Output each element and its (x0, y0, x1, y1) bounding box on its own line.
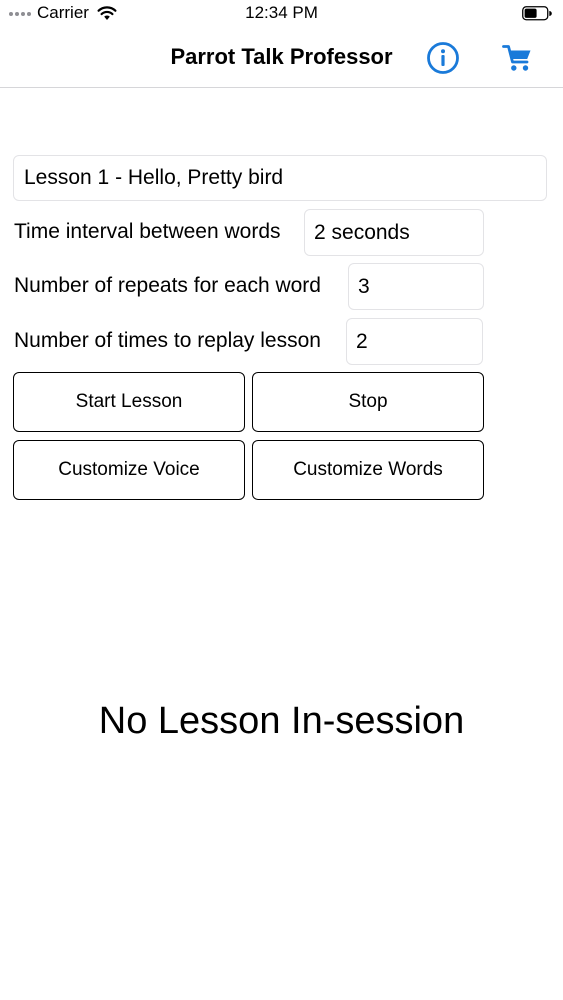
battery-icon (522, 6, 552, 21)
nav-title-row: Parrot Talk Professor (0, 44, 563, 70)
repeats-label: Number of repeats for each word (14, 274, 321, 297)
stop-button[interactable]: Stop (252, 372, 484, 432)
lesson-select-field[interactable]: Lesson 1 - Hello, Pretty bird (13, 155, 547, 201)
shopping-cart-icon (502, 45, 531, 71)
start-lesson-button[interactable]: Start Lesson (13, 372, 245, 432)
session-status-label: No Lesson In-session (98, 700, 465, 742)
status-time: 12:34 PM (245, 3, 318, 22)
replay-field[interactable]: 2 (346, 318, 483, 365)
repeats-field[interactable]: 3 (348, 263, 484, 310)
status-bar: Carrier 12:34 PM (0, 0, 563, 28)
replay-label: Number of times to replay lesson (14, 329, 321, 352)
navigation-bar: Parrot Talk Professor (0, 28, 563, 88)
interval-label: Time interval between words (14, 220, 281, 243)
info-button[interactable] (426, 41, 460, 75)
page-title: Parrot Talk Professor (170, 44, 393, 69)
interval-field[interactable]: 2 seconds (304, 209, 484, 256)
customize-words-button[interactable]: Customize Words (252, 440, 484, 500)
info-circle-icon (427, 42, 459, 74)
cart-button[interactable] (501, 41, 535, 75)
customize-voice-button[interactable]: Customize Voice (13, 440, 245, 500)
